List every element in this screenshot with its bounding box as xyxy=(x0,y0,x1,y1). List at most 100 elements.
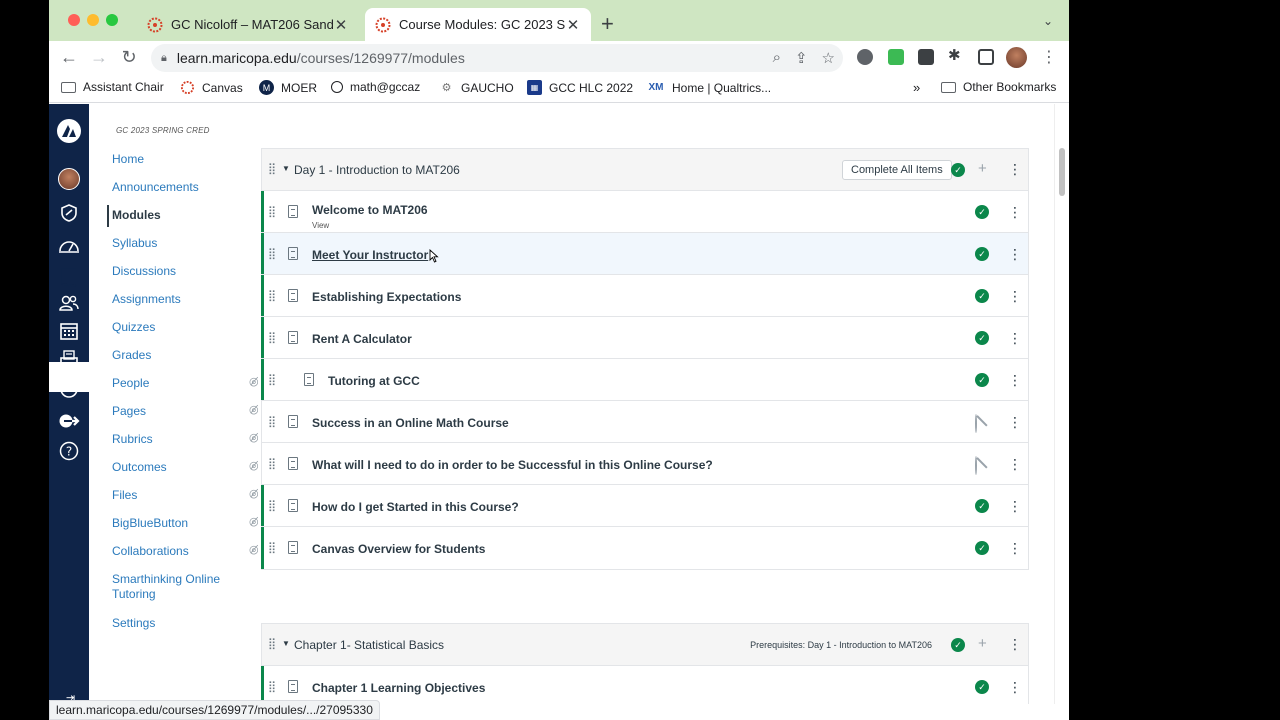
side-panel-icon[interactable] xyxy=(978,49,994,65)
item-options-icon[interactable]: ⋮ xyxy=(1008,414,1022,431)
bookmark-moer[interactable]: M MOER xyxy=(259,80,317,95)
collapse-caret-icon[interactable]: ▼ xyxy=(282,164,290,173)
drag-handle-icon[interactable]: ⣿ xyxy=(268,415,276,428)
published-check-icon[interactable]: ✓ xyxy=(951,163,965,177)
content-scrollbar[interactable] xyxy=(1054,104,1069,704)
drag-handle-icon[interactable]: ⣿ xyxy=(268,637,276,650)
module-item[interactable]: ⣿ Welcome to MAT206 View ✓ ⋮ xyxy=(261,191,1028,233)
item-options-icon[interactable]: ⋮ xyxy=(1008,498,1022,515)
course-nav-pages[interactable]: Pages xyxy=(112,404,146,419)
module-item-title[interactable]: Tutoring at GCC xyxy=(328,374,420,388)
drag-handle-icon[interactable]: ⣿ xyxy=(268,205,276,218)
module-header[interactable]: ⣿ ▼ Day 1 - Introduction to MAT206 Compl… xyxy=(262,149,1028,191)
module-item-title[interactable]: Chapter 1 Learning Objectives xyxy=(312,681,485,695)
module-item[interactable]: ⣿ How do I get Started in this Course? ✓… xyxy=(261,485,1028,527)
account-avatar[interactable] xyxy=(56,166,82,192)
unpublished-icon[interactable] xyxy=(975,414,977,433)
tab-search-icon[interactable]: ⌄ xyxy=(1043,14,1053,28)
calendar-icon[interactable] xyxy=(56,318,82,344)
published-check-icon[interactable]: ✓ xyxy=(975,205,989,219)
forward-button[interactable]: → xyxy=(89,47,109,68)
module-item-title[interactable]: How do I get Started in this Course? xyxy=(312,500,519,514)
drag-handle-icon[interactable]: ⣿ xyxy=(268,331,276,344)
course-nav-bigbluebutton[interactable]: BigBlueButton xyxy=(112,516,188,531)
published-check-icon[interactable]: ✓ xyxy=(975,247,989,261)
module-item-title[interactable]: Establishing Expectations xyxy=(312,290,461,304)
extension-icon[interactable] xyxy=(857,49,873,65)
close-window-button[interactable] xyxy=(68,14,80,26)
unpublished-icon[interactable] xyxy=(975,456,977,475)
bookmark-math-gccaz[interactable]: math@gccaz xyxy=(331,80,420,94)
course-nav-settings[interactable]: Settings xyxy=(112,616,155,631)
scrollbar-thumb[interactable] xyxy=(1059,148,1065,196)
course-nav-assignments[interactable]: Assignments xyxy=(112,292,181,307)
course-nav-files[interactable]: Files xyxy=(112,488,137,503)
module-item[interactable]: ⣿ What will I need to do in order to be … xyxy=(262,443,1028,485)
course-nav-announcements[interactable]: Announcements xyxy=(112,180,199,195)
other-bookmarks[interactable]: Other Bookmarks xyxy=(941,80,1056,94)
collapse-caret-icon[interactable]: ▼ xyxy=(282,639,290,648)
course-nav-quizzes[interactable]: Quizzes xyxy=(112,320,155,335)
module-item[interactable]: ⣿ Canvas Overview for Students ✓ ⋮ xyxy=(261,527,1028,569)
drag-handle-icon[interactable]: ⣿ xyxy=(268,247,276,260)
new-tab-button[interactable]: + xyxy=(601,11,614,37)
course-nav-home[interactable]: Home xyxy=(112,152,144,167)
inbox-icon[interactable] xyxy=(56,346,82,372)
published-check-icon[interactable]: ✓ xyxy=(975,680,989,694)
maximize-window-button[interactable] xyxy=(106,14,118,26)
drag-handle-icon[interactable]: ⣿ xyxy=(268,162,276,175)
drag-handle-icon[interactable]: ⣿ xyxy=(268,457,276,470)
commons-arrow-icon[interactable] xyxy=(56,408,82,434)
published-check-icon[interactable]: ✓ xyxy=(975,373,989,387)
course-nav-people[interactable]: People xyxy=(112,376,149,391)
module-item[interactable]: ⣿ Chapter 1 Learning Objectives ✓ ⋮ xyxy=(261,666,1028,704)
course-nav-outcomes[interactable]: Outcomes xyxy=(112,460,167,475)
item-options-icon[interactable]: ⋮ xyxy=(1008,204,1022,221)
bookmark-canvas[interactable]: Canvas xyxy=(180,80,243,95)
module-item-title[interactable]: Meet Your Instructor xyxy=(312,248,428,262)
add-item-icon[interactable]: + xyxy=(978,160,987,177)
extension-icon[interactable] xyxy=(918,49,934,65)
groups-icon[interactable] xyxy=(56,290,82,316)
drag-handle-icon[interactable]: ⣿ xyxy=(268,541,276,554)
course-nav-rubrics[interactable]: Rubrics xyxy=(112,432,153,447)
courses-book-icon[interactable] xyxy=(56,264,82,290)
drag-handle-icon[interactable]: ⣿ xyxy=(268,289,276,302)
module-item-title[interactable]: Canvas Overview for Students xyxy=(312,542,485,556)
drag-handle-icon[interactable]: ⣿ xyxy=(268,499,276,512)
tab-sandbox[interactable]: GC Nicoloff – MAT206 Sandbo ✕ xyxy=(137,8,359,41)
item-options-icon[interactable]: ⋮ xyxy=(1008,679,1022,696)
add-item-icon[interactable]: + xyxy=(978,635,987,652)
module-item-title[interactable]: Success in an Online Math Course xyxy=(312,416,509,430)
item-options-icon[interactable]: ⋮ xyxy=(1008,246,1022,263)
module-options-icon[interactable]: ⋮ xyxy=(1008,161,1022,178)
bookmark-qualtrics[interactable]: XM Home | Qualtrics... xyxy=(647,80,772,95)
item-options-icon[interactable]: ⋮ xyxy=(1008,288,1022,305)
module-item[interactable]: ⣿ Meet Your Instructor ✓ ⋮ xyxy=(261,233,1028,275)
course-nav-collaborations[interactable]: Collaborations xyxy=(112,544,189,559)
admin-shield-icon[interactable] xyxy=(56,200,82,226)
history-clock-icon[interactable] xyxy=(56,376,82,402)
profile-avatar[interactable] xyxy=(1006,47,1027,68)
bookmark-assistant-chair[interactable]: Assistant Chair xyxy=(61,80,164,94)
course-nav-discussions[interactable]: Discussions xyxy=(112,264,176,279)
item-options-icon[interactable]: ⋮ xyxy=(1008,372,1022,389)
tab-course-modules[interactable]: Course Modules: GC 2023 SPI ✕ xyxy=(365,8,591,41)
module-header[interactable]: ⣿ ▼ Chapter 1- Statistical Basics Prereq… xyxy=(262,624,1028,666)
course-nav-modules[interactable]: Modules xyxy=(112,208,161,223)
back-button[interactable]: ← xyxy=(59,47,79,68)
item-options-icon[interactable]: ⋮ xyxy=(1008,540,1022,557)
reload-button[interactable]: ↻ xyxy=(119,47,139,68)
published-check-icon[interactable]: ✓ xyxy=(975,289,989,303)
tab-close-icon[interactable]: ✕ xyxy=(565,16,581,34)
drag-handle-icon[interactable]: ⣿ xyxy=(268,373,276,386)
course-nav-smarthinking[interactable]: Smarthinking Online Tutoring xyxy=(112,572,232,602)
published-check-icon[interactable]: ✓ xyxy=(975,541,989,555)
module-item[interactable]: ⣿ Success in an Online Math Course ⋮ xyxy=(262,401,1028,443)
course-nav-syllabus[interactable]: Syllabus xyxy=(112,236,157,251)
address-bar[interactable]: 🔒︎ learn.maricopa.edu/courses/1269977/mo… xyxy=(151,44,843,72)
maricopa-logo-icon[interactable] xyxy=(56,118,82,144)
bookmark-gcc-hlc[interactable]: ▦ GCC HLC 2022 xyxy=(527,80,633,95)
module-item-title[interactable]: Rent A Calculator xyxy=(312,332,412,346)
course-nav-grades[interactable]: Grades xyxy=(112,348,151,363)
